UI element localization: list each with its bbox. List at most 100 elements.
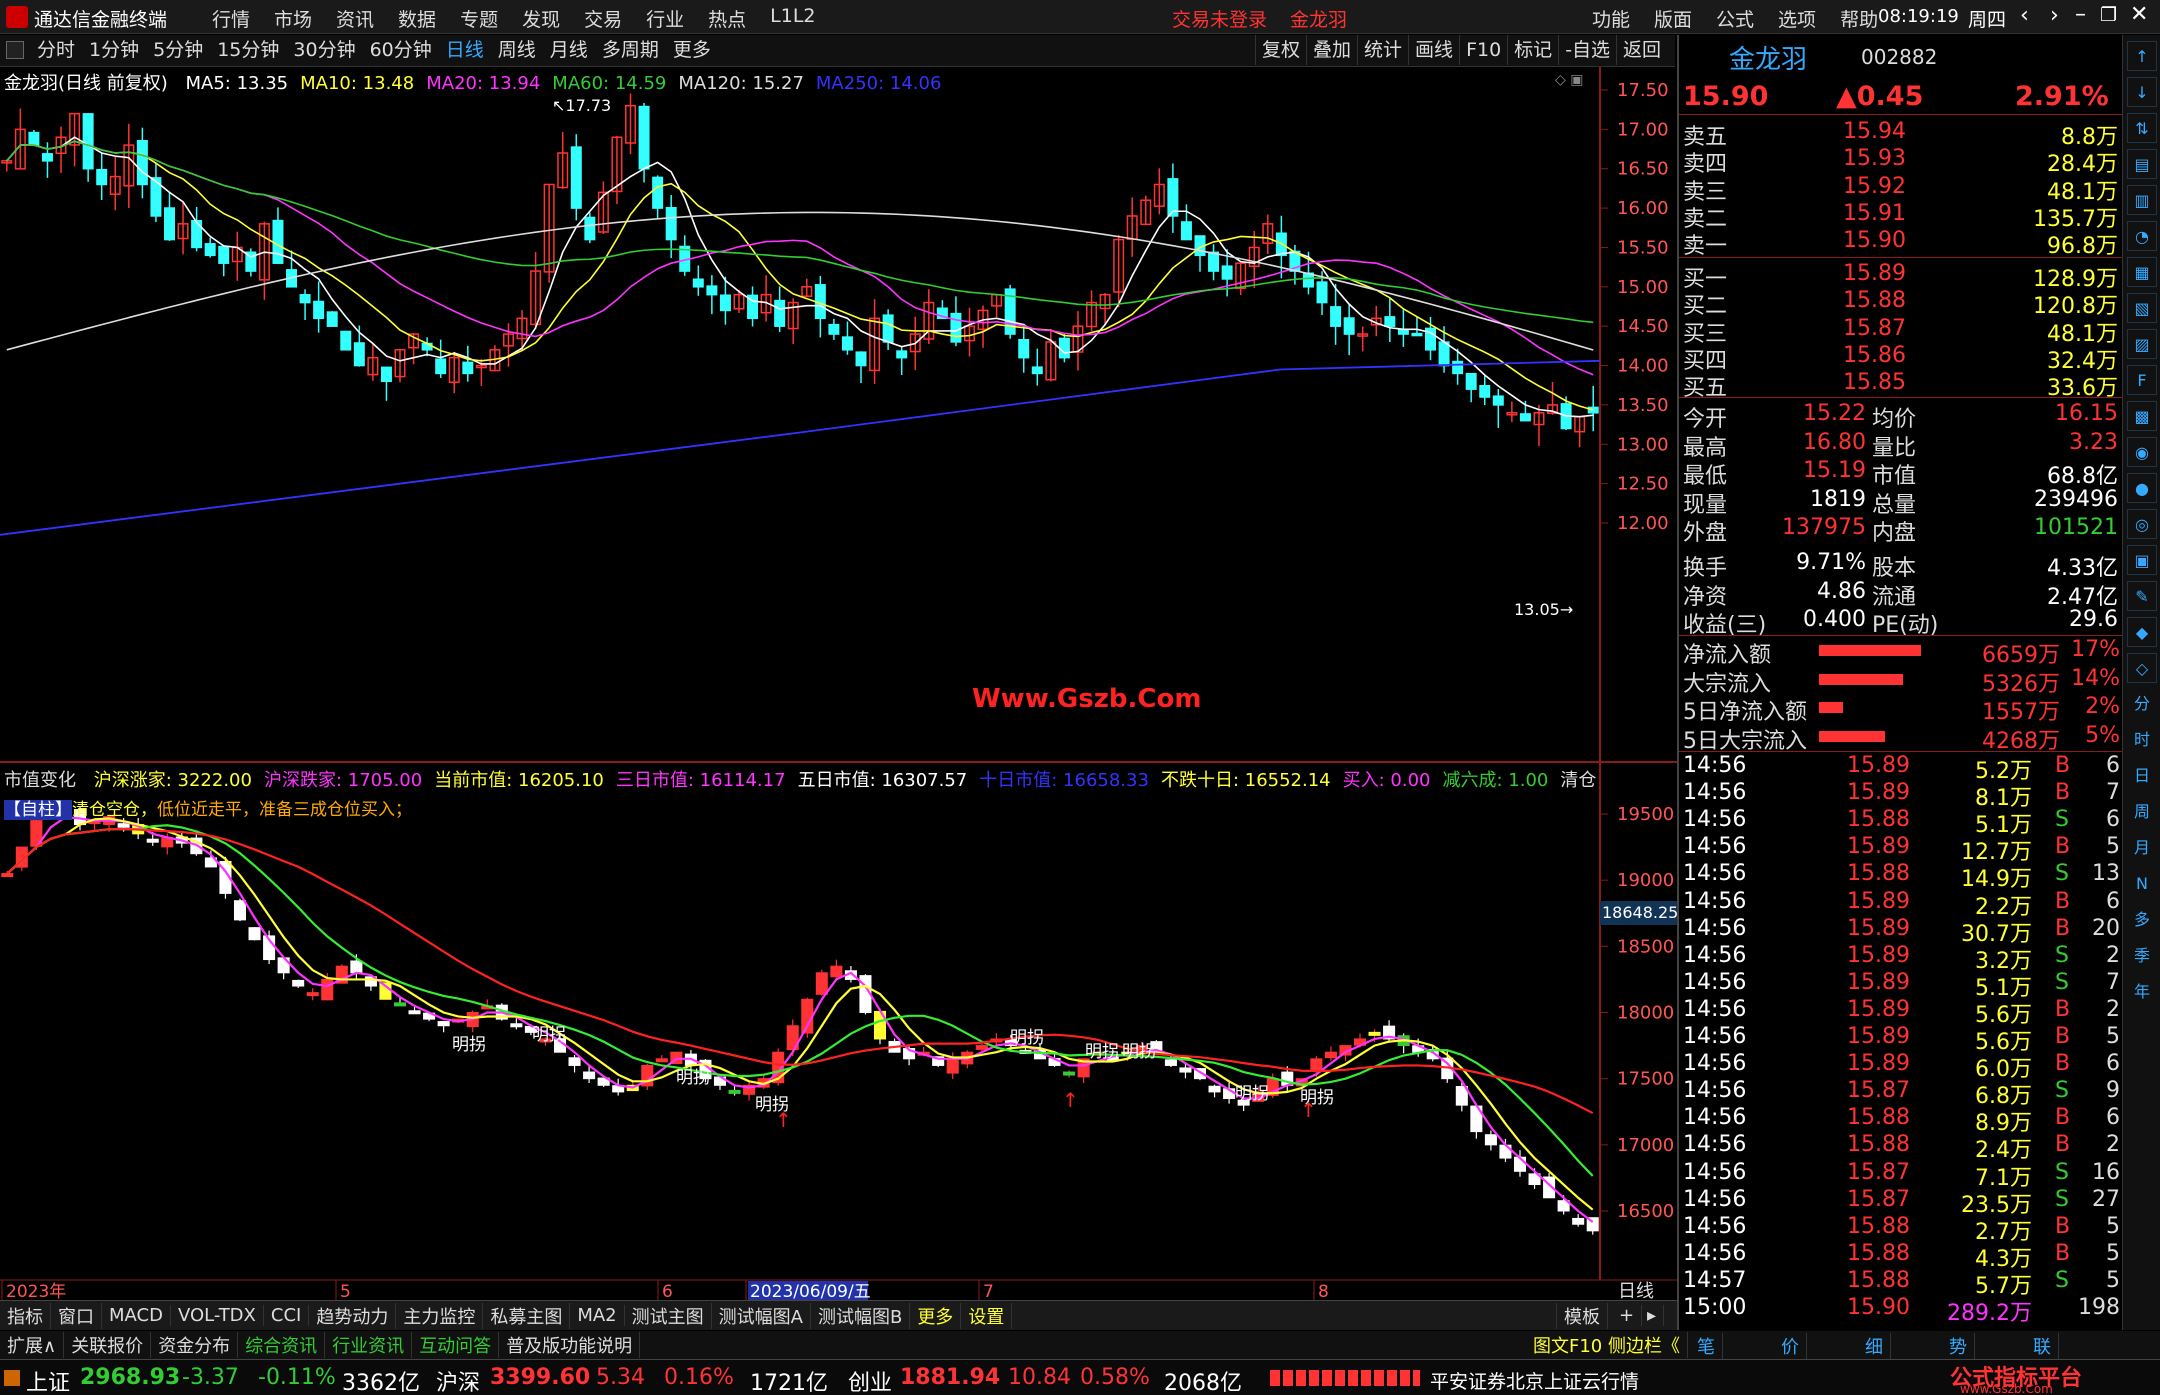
menu-item-8[interactable]: 热点 [708,5,746,32]
tool-button-1[interactable]: 叠加 [1306,35,1357,65]
period-side-icon-8[interactable]: 年 [2127,977,2157,1007]
indicator-tab-12[interactable]: 更多 [910,1302,962,1329]
period-side-icon-2[interactable]: 日 [2127,761,2157,791]
indicator-tab-8[interactable]: MA2 [570,1305,625,1326]
tool-button-6[interactable]: -自选 [1558,35,1616,65]
minimize-icon[interactable]: – [2075,2,2086,27]
menu-item-9[interactable]: L1L2 [770,5,815,32]
login-status[interactable]: 交易未登录 [1172,5,1267,32]
chart-options-icon[interactable]: ◇ ▣ [1555,72,1583,88]
close-icon[interactable]: ✕ [2130,2,2148,27]
period-tab-5[interactable]: 60分钟 [363,35,439,65]
period-side-icon-3[interactable]: 周 [2127,797,2157,827]
template-button[interactable]: 模板 [1556,1302,1608,1329]
side-tool-icon-12[interactable]: ● [2127,473,2157,503]
side-tool-icon-4[interactable]: ▥ [2127,185,2157,215]
period-tab-1[interactable]: 1分钟 [82,35,146,65]
tool-button-2[interactable]: 统计 [1357,35,1408,65]
info-tab-2[interactable]: 资金分布 [151,1332,239,1358]
menu-item-5[interactable]: 发现 [522,5,560,32]
info-tab-5[interactable]: 互动问答 [412,1332,500,1358]
forward-arrow-icon[interactable]: › [2050,3,2059,28]
info-tab-3[interactable]: 综合资讯 [238,1332,326,1358]
tool-button-4[interactable]: F10 [1459,35,1507,65]
period-tab-2[interactable]: 5分钟 [146,35,210,65]
info-tab-1[interactable]: 关联报价 [64,1332,152,1358]
side-tool-icon-15[interactable]: ✎ [2127,581,2157,611]
tool-button-0[interactable]: 复权 [1255,35,1306,65]
indicator-tab-3[interactable]: VOL-TDX [171,1305,264,1326]
period-side-icon-6[interactable]: 多 [2127,905,2157,935]
indicator-tab-7[interactable]: 私募主图 [483,1302,571,1329]
indicator-tab-13[interactable]: 设置 [961,1302,1013,1329]
side-tool-icon-1[interactable]: ↓ [2127,77,2157,107]
tab-scroll-icon[interactable]: ▸ [1640,1305,1665,1326]
chart-canvas[interactable]: 17.50 17.00 16.50 16.00 15.50 15.00 14.50 14.00… [0,67,1677,1300]
indicator-tab-5[interactable]: 趋势动力 [309,1302,397,1329]
period-tab-7[interactable]: 周线 [491,35,543,65]
f10-sidebar-toggle[interactable]: 图文F10 侧边栏《 [1526,1332,1688,1358]
side-tool-icon-9[interactable]: F [2127,365,2157,395]
indicator-tab-9[interactable]: 测试主图 [625,1302,712,1329]
menu-item-4[interactable]: 专题 [460,5,498,32]
side-tool-icon-7[interactable]: ▧ [2127,293,2157,323]
panel-tab-0[interactable]: 笔 [1690,1333,1723,1359]
period-side-icon-4[interactable]: 月 [2127,833,2157,863]
panel-tab-3[interactable]: 势 [1942,1333,1975,1359]
sh-name[interactable]: 上证 [26,1365,70,1395]
right-menu-item-0[interactable]: 功能 [1592,5,1630,32]
add-tab-icon[interactable]: + [1612,1305,1643,1326]
hs-name[interactable]: 沪深 [436,1365,480,1395]
menu-item-1[interactable]: 市场 [274,5,312,32]
panel-tab-4[interactable]: 联 [2026,1333,2059,1359]
side-tool-icon-11[interactable]: ◉ [2127,437,2157,467]
side-tool-icon-5[interactable]: ◔ [2127,221,2157,251]
indicator-tab-0[interactable]: 指标 [0,1302,51,1329]
menu-item-7[interactable]: 行业 [646,5,684,32]
right-menu-item-4[interactable]: 帮助 [1840,5,1878,32]
indicator-tab-4[interactable]: CCI [264,1305,310,1326]
info-tab-6[interactable]: 普及版功能说明 [499,1332,641,1358]
maximize-icon[interactable]: ❐ [2100,4,2117,26]
period-tab-9[interactable]: 多周期 [595,35,666,65]
period-tab-10[interactable]: 更多 [666,35,718,65]
side-tool-icon-2[interactable]: ⇅ [2127,113,2157,143]
side-tool-icon-13[interactable]: ◎ [2127,509,2157,539]
indicator-tab-10[interactable]: 测试幅图A [712,1302,811,1329]
menu-item-0[interactable]: 行情 [212,5,250,32]
period-tab-3[interactable]: 15分钟 [210,35,286,65]
right-menu-item-3[interactable]: 选项 [1778,5,1816,32]
side-tool-icon-16[interactable]: ◆ [2127,617,2157,647]
period-tab-8[interactable]: 月线 [543,35,595,65]
period-side-icon-7[interactable]: 季 [2127,941,2157,971]
side-tool-icon-0[interactable]: ↑ [2127,41,2157,71]
right-menu-item-2[interactable]: 公式 [1716,5,1754,32]
side-tool-icon-10[interactable]: ▩ [2127,401,2157,431]
side-tool-icon-8[interactable]: ▨ [2127,329,2157,359]
indicator-tab-1[interactable]: 窗口 [51,1302,102,1329]
side-tool-icon-6[interactable]: ▦ [2127,257,2157,287]
tool-button-5[interactable]: 标记 [1507,35,1558,65]
side-tool-icon-17[interactable]: ◇ [2127,653,2157,683]
toolbar-toggle-icon[interactable] [6,41,24,59]
period-tab-6[interactable]: 日线 [439,35,491,65]
period-tab-0[interactable]: 分时 [30,35,82,65]
info-tab-0[interactable]: 扩展∧ [0,1332,65,1358]
menu-item-2[interactable]: 资讯 [336,5,374,32]
period-side-icon-1[interactable]: 时 [2127,725,2157,755]
panel-tab-1[interactable]: 价 [1774,1333,1807,1359]
period-side-icon-0[interactable]: 分 [2127,689,2157,719]
period-tab-4[interactable]: 30分钟 [286,35,362,65]
side-tool-icon-3[interactable]: ▤ [2127,149,2157,179]
tool-button-7[interactable]: 返回 [1616,35,1667,65]
indicator-tab-11[interactable]: 测试幅图B [811,1302,911,1329]
menu-item-6[interactable]: 交易 [584,5,622,32]
info-tab-4[interactable]: 行业资讯 [325,1332,413,1358]
right-menu-item-1[interactable]: 版面 [1654,5,1692,32]
period-side-icon-5[interactable]: N [2127,869,2157,899]
side-tool-icon-14[interactable]: ▣ [2127,545,2157,575]
indicator-tab-2[interactable]: MACD [102,1305,171,1326]
indicator-tab-6[interactable]: 主力监控 [396,1302,484,1329]
cy-name[interactable]: 创业 [848,1365,892,1395]
tool-button-3[interactable]: 画线 [1408,35,1459,65]
